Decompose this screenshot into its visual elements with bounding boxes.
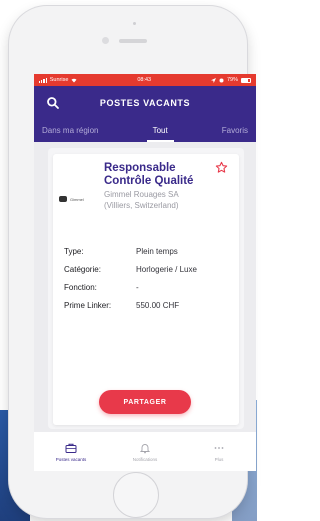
home-button[interactable] bbox=[113, 472, 159, 518]
detail-value: 550.00 CHF bbox=[136, 300, 180, 310]
favorite-star-icon[interactable] bbox=[215, 161, 228, 174]
tab-dans-ma-region[interactable]: Dans ma région bbox=[38, 126, 102, 135]
job-card[interactable]: Gimmel Responsable Contrôle Qualité Gimm… bbox=[53, 154, 239, 425]
nav-item-plus[interactable]: Plus bbox=[189, 442, 249, 462]
detail-label: Fonction: bbox=[64, 282, 97, 292]
battery-icon bbox=[241, 77, 251, 83]
tab-favoris[interactable]: Favoris bbox=[218, 126, 252, 135]
job-details: Type: Plein temps Catégorie: Horlogerie … bbox=[64, 242, 234, 314]
nav-label: Plus bbox=[214, 456, 224, 462]
camera-icon bbox=[102, 37, 109, 44]
page-title: POSTES VACANTS bbox=[99, 97, 191, 108]
detail-value: Horlogerie / Luxe bbox=[136, 264, 197, 274]
status-bar: Sunrise 08:43 79% bbox=[34, 74, 256, 86]
phone-frame: Sunrise 08:43 79% POSTES VACANTS Dans ma… bbox=[9, 6, 256, 518]
location-arrow-icon bbox=[210, 77, 216, 83]
wifi-icon bbox=[71, 78, 77, 82]
share-button[interactable]: PARTAGER bbox=[99, 390, 191, 414]
search-icon[interactable] bbox=[46, 96, 60, 110]
nav-item-notifications[interactable]: Notifications bbox=[115, 442, 175, 462]
company-logo: Gimmel bbox=[59, 192, 99, 206]
status-right: 79% bbox=[210, 77, 251, 83]
status-time: 08:43 bbox=[137, 77, 152, 83]
nav-item-postes-vacants[interactable]: Postes vacants bbox=[41, 442, 101, 462]
company-logo-mark bbox=[59, 196, 67, 202]
detail-row-prime-linker: Prime Linker: 550.00 CHF bbox=[64, 296, 234, 314]
detail-value: Plein temps bbox=[136, 246, 178, 256]
carrier-name: Sunrise bbox=[49, 77, 69, 83]
job-title: Responsable Contrôle Qualité bbox=[104, 162, 214, 188]
sensor-dot bbox=[133, 22, 136, 25]
detail-label: Type: bbox=[64, 246, 84, 256]
status-left: Sunrise bbox=[39, 77, 77, 83]
nav-label: Notifications bbox=[132, 456, 158, 462]
more-dots-icon bbox=[214, 446, 224, 449]
detail-row-type: Type: Plein temps bbox=[64, 242, 234, 260]
nav-label: Postes vacants bbox=[55, 456, 87, 462]
company-name: Gimmel Rouages SA bbox=[104, 190, 179, 199]
company-location: (Villiers, Switzerland) bbox=[104, 200, 179, 210]
tab-tout[interactable]: Tout bbox=[146, 126, 174, 142]
battery-percentage: 79% bbox=[226, 77, 238, 83]
bell-icon bbox=[139, 443, 151, 453]
alarm-icon bbox=[219, 78, 224, 82]
detail-label: Prime Linker: bbox=[64, 300, 112, 310]
app-header: POSTES VACANTS bbox=[34, 86, 256, 119]
detail-row-category: Catégorie: Horlogerie / Luxe bbox=[64, 260, 234, 278]
job-title-line-2: Contrôle Qualité bbox=[104, 175, 194, 187]
tab-bar: Dans ma région Tout Favoris bbox=[34, 119, 256, 142]
bottom-navigation: Postes vacants Notifications Plus bbox=[34, 432, 256, 471]
detail-row-function: Fonction: - bbox=[64, 278, 234, 296]
job-title-line-1: Responsable bbox=[104, 162, 176, 174]
detail-label: Catégorie: bbox=[64, 264, 101, 274]
app-screen: Sunrise 08:43 79% POSTES VACANTS Dans ma… bbox=[34, 74, 256, 471]
speaker-grille bbox=[119, 39, 147, 43]
company-logo-word: Gimmel bbox=[70, 196, 84, 202]
detail-value: - bbox=[136, 282, 139, 292]
briefcase-icon bbox=[65, 443, 77, 453]
company-info: Gimmel Rouages SA (Villiers, Switzerland… bbox=[104, 190, 224, 211]
signal-icon bbox=[39, 77, 47, 83]
